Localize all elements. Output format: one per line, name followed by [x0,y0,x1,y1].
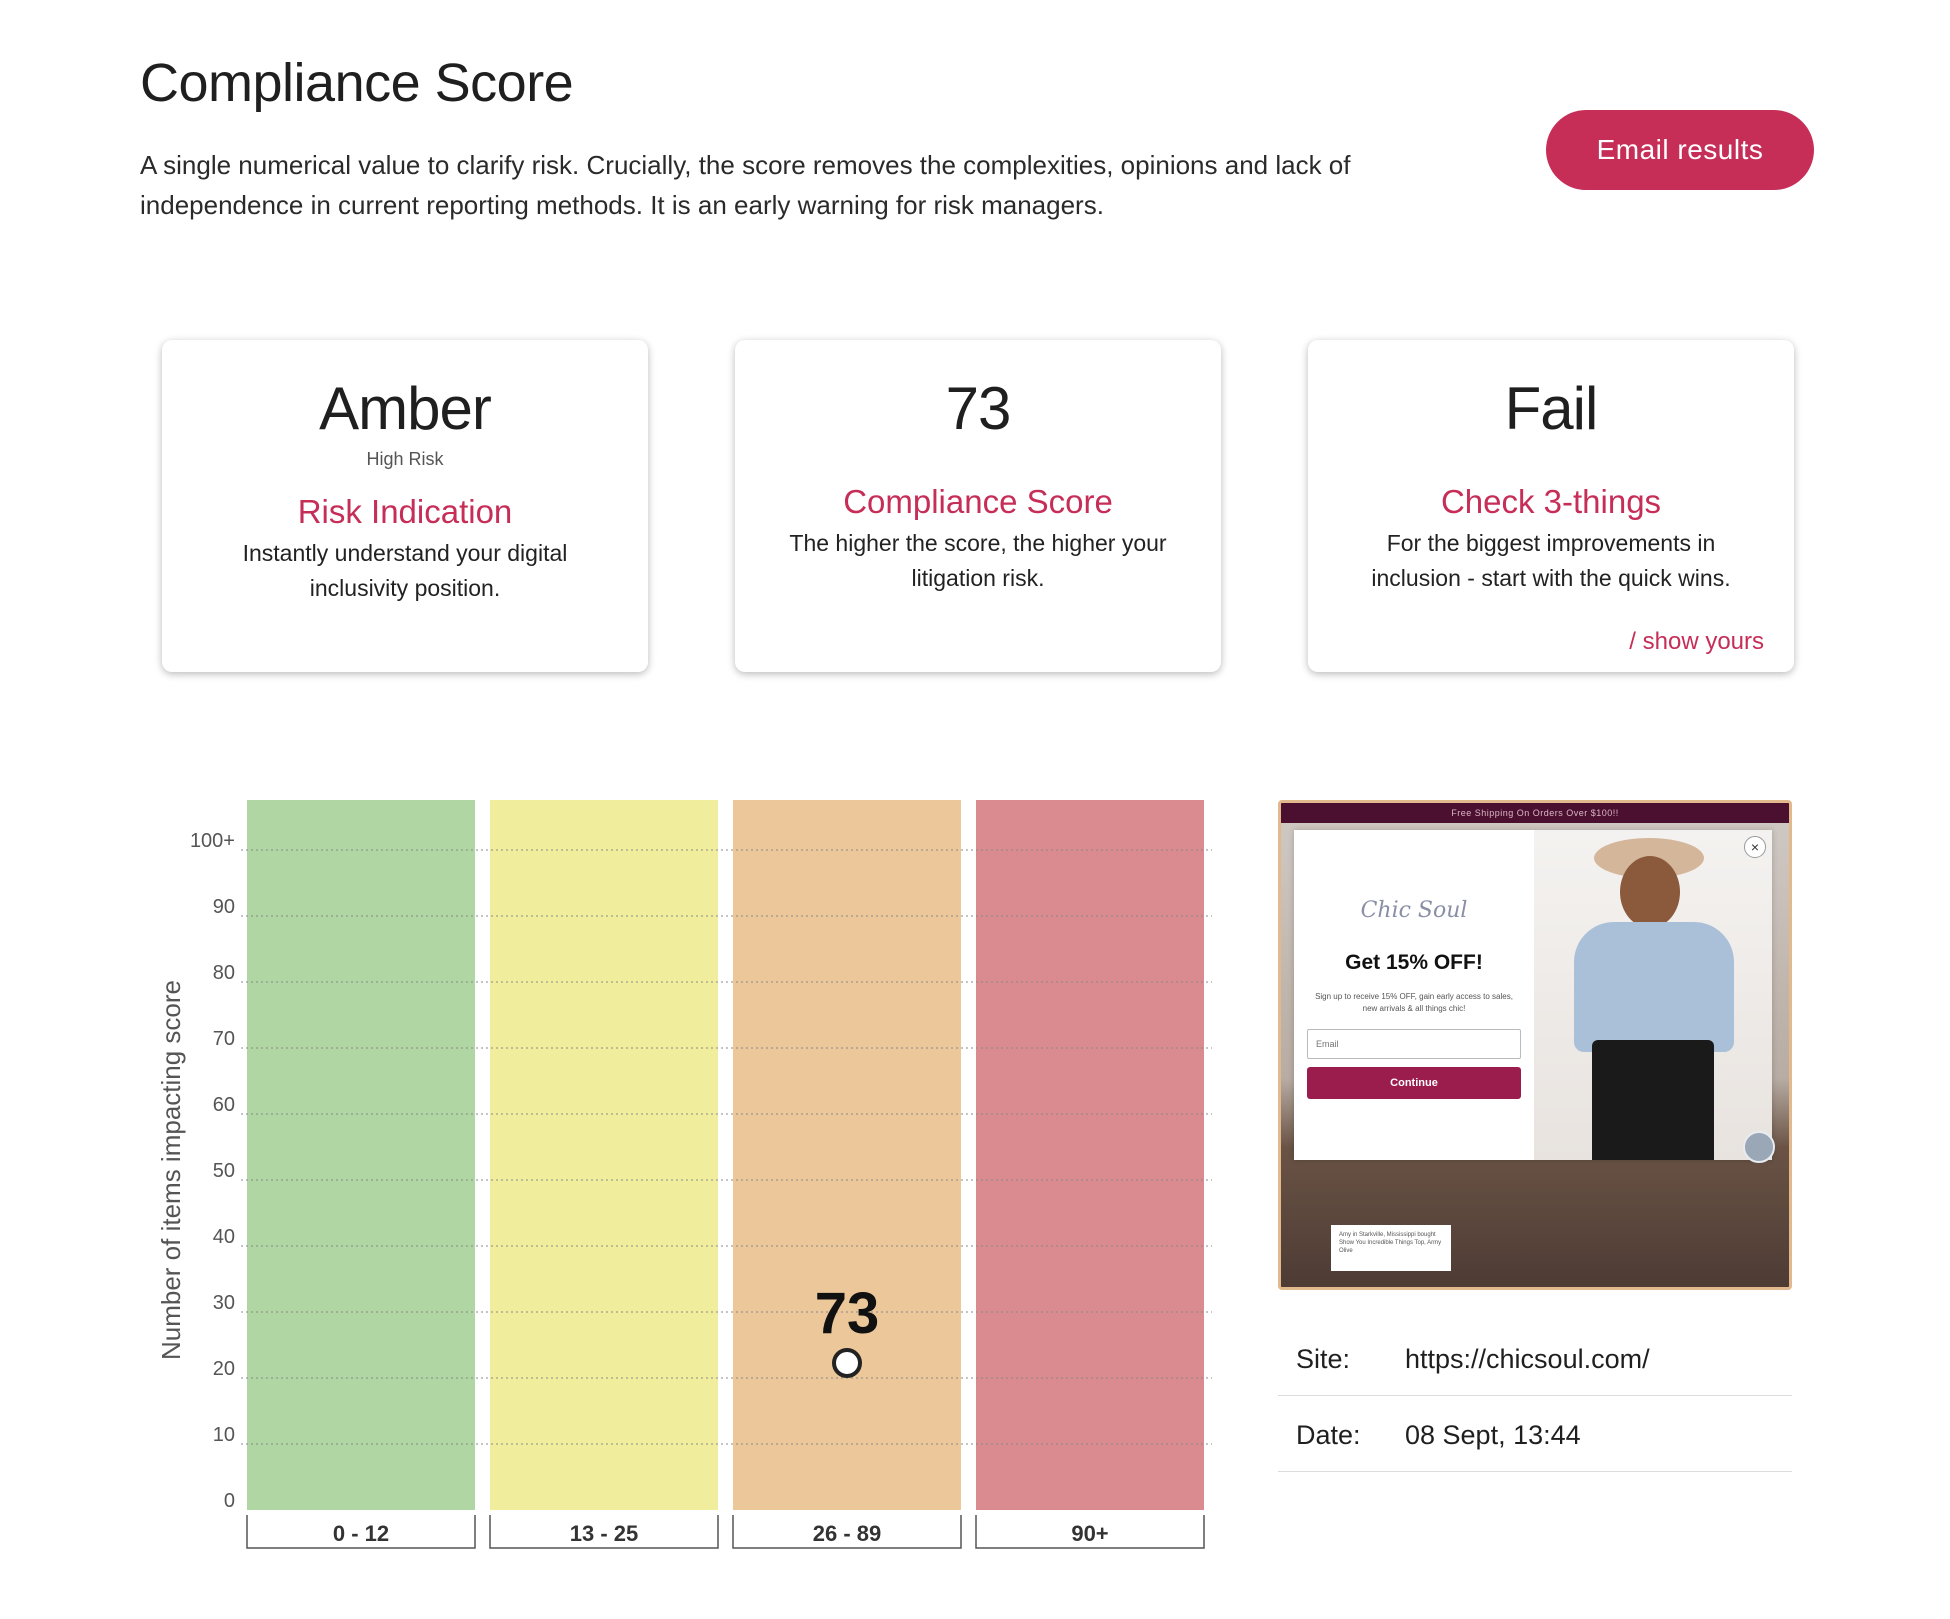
check-result: Fail [1504,375,1599,442]
score-band-chart: Number of items impacting score 0 10 20 30 4… [156,800,1212,1549]
score-marker [832,1348,862,1378]
popup-offer-title: Get 15% OFF! [1345,951,1483,974]
preview-shipping-banner: Free Shipping On Orders Over $100!! [1281,803,1789,823]
score-marker-label: 73 [815,1281,880,1346]
preview-signup-popup: Chic Soul Get 15% OFF! Sign up to receiv… [1294,830,1772,1160]
y-tick-5: 50 [213,1160,235,1182]
score-band-2 [733,800,961,1510]
page-title: Compliance Score [140,53,574,113]
check-3-things-text: For the biggest improvements in inclusio… [1371,530,1731,591]
site-value: https://chicsoul.com/ [1405,1344,1650,1374]
category-label-2: 26 - 89 [813,1521,882,1546]
category-label-3: 90+ [1071,1521,1108,1546]
category-label-1: 13 - 25 [570,1521,639,1546]
model-shirt-shape [1574,922,1734,1052]
popup-email-input [1307,1029,1521,1059]
model-pants-shape [1592,1040,1714,1160]
compliance-score-text: The higher the score, the higher your li… [789,530,1167,591]
popup-form: Chic Soul Get 15% OFF! Sign up to receiv… [1294,830,1534,1160]
y-tick-4: 40 [213,1226,235,1248]
y-tick-9: 90 [213,896,235,918]
site-row: Site: https://chicsoul.com/ [1278,1320,1792,1396]
compliance-score-value: 73 [945,375,1012,442]
y-tick-2: 20 [213,1358,235,1380]
chat-icon [1743,1131,1775,1163]
date-label: Date: [1296,1420,1361,1450]
risk-indication-card: Amber High Risk Risk Indication Instantl… [162,340,648,672]
check-3-things-heading: Check 3-things [1440,483,1662,520]
y-tick-7: 70 [213,1028,235,1050]
y-tick-0: 0 [224,1490,235,1512]
close-icon: × [1744,836,1766,858]
score-band-3 [976,800,1204,1510]
site-label: Site: [1296,1344,1351,1374]
risk-level: Amber [319,375,492,442]
y-tick-3: 30 [213,1292,235,1314]
y-tick-8: 80 [213,962,235,984]
risk-indication-heading: Risk Indication [297,493,513,530]
popup-model-image: × [1534,830,1772,1160]
score-band-1 [490,800,718,1510]
date-value: 08 Sept, 13:44 [1405,1420,1581,1450]
popup-offer-note: Sign up to receive 15% OFF, gain early a… [1315,992,1513,1013]
risk-indication-text: Instantly understand your digital inclus… [242,540,568,601]
page-description: A single numerical value to clarify risk… [140,150,1351,220]
email-results-button[interactable]: Email results [1546,110,1814,190]
compliance-score-card: 73 Compliance Score The higher the score… [735,340,1221,672]
chic-soul-logo: Chic Soul [1360,898,1468,923]
site-screenshot-preview: Free Shipping On Orders Over $100!! Chic… [1278,800,1792,1290]
risk-level-subtitle: High Risk [366,449,444,469]
compliance-score-heading: Compliance Score [843,483,1113,520]
preview-review-card: Amy in Starkville, Mississippi bought Sh… [1331,1225,1451,1271]
show-yours-link[interactable]: / show yours [1629,628,1764,656]
check-3-things-card: Fail Check 3-things For the biggest impr… [1308,340,1794,672]
model-head-shape [1620,856,1680,928]
score-band-0 [247,800,475,1510]
y-tick-10: 100+ [190,830,235,852]
y-tick-6: 60 [213,1094,235,1116]
date-row: Date: 08 Sept, 13:44 [1278,1396,1792,1472]
y-axis-title: Number of items impacting score [156,980,186,1360]
y-tick-1: 10 [213,1424,235,1446]
category-label-0: 0 - 12 [333,1521,389,1546]
popup-continue-button: Continue [1307,1067,1521,1099]
